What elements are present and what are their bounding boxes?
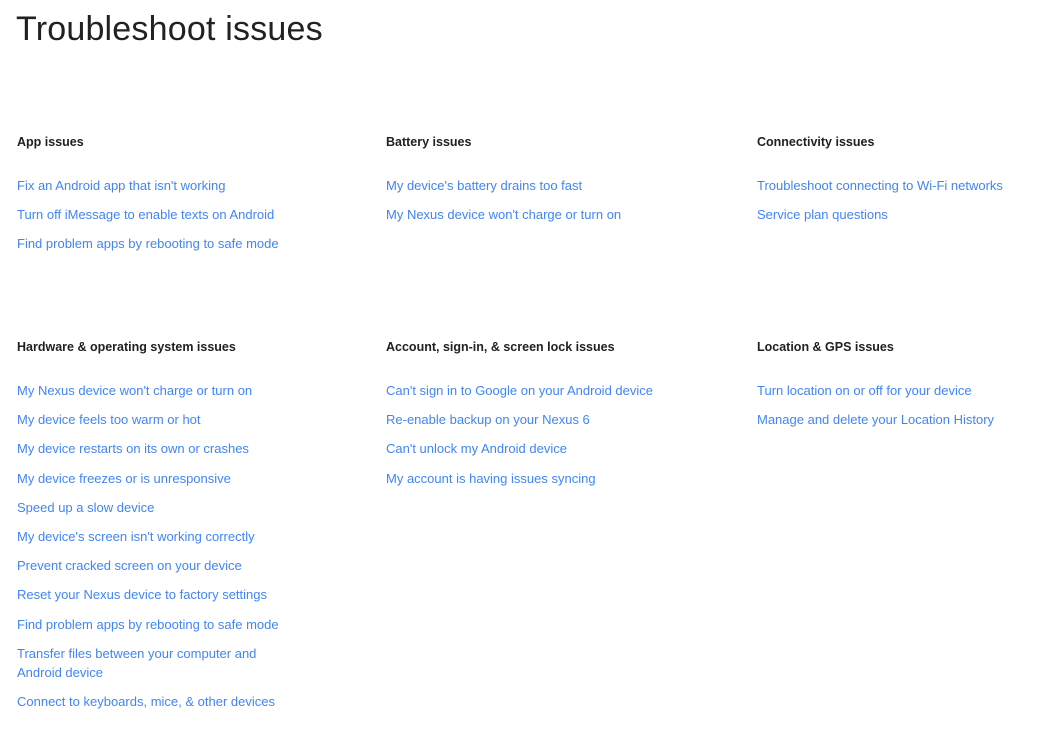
link-location-toggle[interactable]: Turn location on or off for your device xyxy=(757,381,972,400)
section-hardware-issues: Hardware & operating system issues My Ne… xyxy=(17,339,337,709)
link-speed-up-device[interactable]: Speed up a slow device xyxy=(17,498,154,517)
link-battery-drains[interactable]: My device's battery drains too fast xyxy=(386,176,582,195)
link-transfer-files[interactable]: Transfer files between your computer and… xyxy=(17,644,297,683)
link-device-restarts[interactable]: My device restarts on its own or crashes xyxy=(17,439,249,458)
link-list-app-issues: Fix an Android app that isn't working Tu… xyxy=(17,176,317,264)
section-account-issues: Account, sign-in, & screen lock issues C… xyxy=(386,339,706,486)
section-heading-location-issues: Location & GPS issues xyxy=(757,340,894,354)
link-cant-unlock[interactable]: Can't unlock my Android device xyxy=(386,439,567,458)
section-connectivity-issues: Connectivity issues Troubleshoot connect… xyxy=(757,134,1042,222)
link-connect-keyboards[interactable]: Connect to keyboards, mice, & other devi… xyxy=(17,692,275,711)
link-safe-mode-apps-hw[interactable]: Find problem apps by rebooting to safe m… xyxy=(17,615,279,634)
link-device-too-warm[interactable]: My device feels too warm or hot xyxy=(17,410,201,429)
link-list-account-issues: Can't sign in to Google on your Android … xyxy=(386,381,686,498)
link-service-plan[interactable]: Service plan questions xyxy=(757,205,888,224)
link-reenable-backup[interactable]: Re-enable backup on your Nexus 6 xyxy=(386,410,590,429)
section-heading-account-issues: Account, sign-in, & screen lock issues xyxy=(386,340,615,354)
section-battery-issues: Battery issues My device's battery drain… xyxy=(386,134,706,222)
link-list-location-issues: Turn location on or off for your device … xyxy=(757,381,1042,439)
link-wifi-troubleshoot[interactable]: Troubleshoot connecting to Wi-Fi network… xyxy=(757,176,1003,195)
section-heading-battery-issues: Battery issues xyxy=(386,135,472,149)
link-device-freezes[interactable]: My device freezes or is unresponsive xyxy=(17,469,231,488)
section-location-issues: Location & GPS issues Turn location on o… xyxy=(757,339,1042,427)
link-location-history[interactable]: Manage and delete your Location History xyxy=(757,410,994,429)
link-fix-android-app[interactable]: Fix an Android app that isn't working xyxy=(17,176,225,195)
link-turn-off-imessage[interactable]: Turn off iMessage to enable texts on And… xyxy=(17,205,274,224)
section-heading-connectivity-issues: Connectivity issues xyxy=(757,135,875,149)
link-list-connectivity-issues: Troubleshoot connecting to Wi-Fi network… xyxy=(757,176,1042,234)
section-heading-hardware-issues: Hardware & operating system issues xyxy=(17,340,236,354)
link-nexus-wont-charge[interactable]: My Nexus device won't charge or turn on xyxy=(386,205,621,224)
page-title: Troubleshoot issues xyxy=(16,10,323,48)
link-screen-not-working[interactable]: My device's screen isn't working correct… xyxy=(17,527,255,546)
link-prevent-cracked-screen[interactable]: Prevent cracked screen on your device xyxy=(17,556,242,575)
section-app-issues: App issues Fix an Android app that isn't… xyxy=(17,134,337,251)
link-safe-mode-apps[interactable]: Find problem apps by rebooting to safe m… xyxy=(17,234,279,253)
link-list-hardware-issues: My Nexus device won't charge or turn on … xyxy=(17,381,317,722)
section-heading-app-issues: App issues xyxy=(17,135,84,149)
link-nexus-wont-charge-hw[interactable]: My Nexus device won't charge or turn on xyxy=(17,381,252,400)
link-factory-reset[interactable]: Reset your Nexus device to factory setti… xyxy=(17,585,267,604)
link-account-syncing[interactable]: My account is having issues syncing xyxy=(386,469,596,488)
link-cant-sign-in[interactable]: Can't sign in to Google on your Android … xyxy=(386,381,653,400)
link-list-battery-issues: My device's battery drains too fast My N… xyxy=(386,176,686,234)
